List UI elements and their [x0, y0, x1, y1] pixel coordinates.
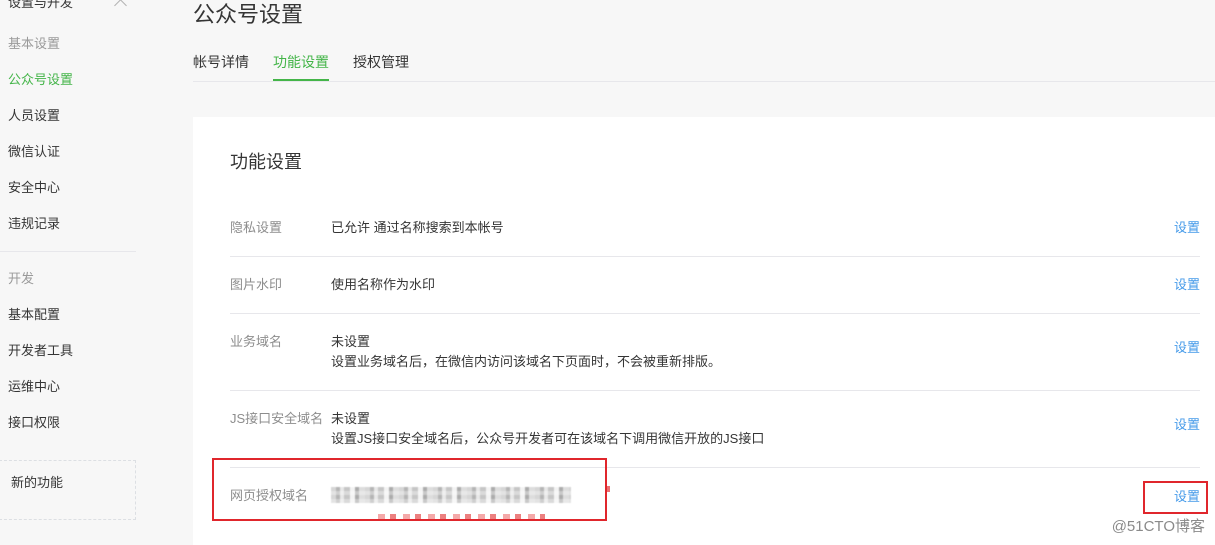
row-label: 图片水印	[230, 277, 283, 292]
sidebar-divider	[0, 251, 136, 252]
row-label: JS接口安全域名	[230, 411, 324, 426]
row-js-api-domain: JS接口安全域名 未设置 设置JS接口安全域名后，公众号开发者可在该域名下调用微…	[230, 391, 1200, 468]
row-business-domain: 业务域名 未设置 设置业务域名后，在微信内访问该域名下页面时，不会被重新排版。 …	[230, 314, 1200, 391]
sidebar-item-api-permissions[interactable]: 接口权限	[0, 405, 136, 441]
image-watermark-settings-link[interactable]: 设置	[1174, 275, 1200, 295]
sidebar-new-features-label: 新的功能	[11, 475, 64, 490]
js-api-domain-settings-link[interactable]: 设置	[1174, 415, 1200, 435]
tab-feature-settings[interactable]: 功能设置	[273, 44, 329, 81]
row-description: 设置业务域名后，在微信内访问该域名下页面时，不会被重新排版。	[331, 354, 722, 369]
sidebar: 设置与开发 基本设置 公众号设置 人员设置 微信认证 安全中心 违规记录 开发 …	[0, 0, 136, 545]
tab-bar: 帐号详情 功能设置 授权管理	[193, 44, 1215, 82]
sidebar-item-member-settings[interactable]: 人员设置	[0, 98, 136, 134]
row-description: 设置JS接口安全域名后，公众号开发者可在该域名下调用微信开放的JS接口	[331, 431, 765, 446]
sidebar-group-header[interactable]: 设置与开发	[0, 0, 136, 13]
redacted-value-mosaic-dot	[605, 486, 610, 492]
privacy-settings-link[interactable]: 设置	[1174, 218, 1200, 238]
sidebar-item-account-settings[interactable]: 公众号设置	[0, 62, 136, 98]
sidebar-new-features[interactable]: 新的功能	[0, 460, 136, 520]
row-label: 业务域名	[230, 334, 283, 349]
row-oauth-domain: 网页授权域名 设置	[230, 468, 1200, 525]
row-value: 已允许 通过名称搜索到本帐号	[331, 220, 504, 235]
tab-account-details[interactable]: 帐号详情	[193, 44, 249, 81]
sidebar-item-developer-tools[interactable]: 开发者工具	[0, 333, 136, 369]
sidebar-group-title: 设置与开发	[8, 0, 74, 10]
oauth-domain-settings-link[interactable]: 设置	[1174, 487, 1200, 507]
sidebar-section-development: 开发	[8, 271, 35, 286]
redacted-value-mosaic	[331, 487, 571, 503]
sidebar-item-security-center[interactable]: 安全中心	[0, 170, 136, 206]
sidebar-item-ops-center[interactable]: 运维中心	[0, 369, 136, 405]
row-value: 使用名称作为水印	[331, 277, 436, 292]
row-label: 隐私设置	[230, 220, 283, 235]
sidebar-section-basic-settings: 基本设置	[8, 36, 61, 51]
business-domain-settings-link[interactable]: 设置	[1174, 338, 1200, 358]
sidebar-item-basic-config[interactable]: 基本配置	[0, 297, 136, 333]
row-value: 未设置	[331, 411, 371, 426]
redacted-value-mosaic-residue	[378, 514, 545, 521]
page-title: 公众号设置	[193, 2, 304, 27]
watermark: @51CTO博客	[1111, 518, 1205, 535]
row-value: 未设置	[331, 334, 371, 349]
chevron-up-icon[interactable]	[114, 0, 127, 12]
tab-authorization-management[interactable]: 授权管理	[353, 44, 409, 81]
feature-settings-card: 功能设置 隐私设置 已允许 通过名称搜索到本帐号 设置 图片水印 使用名称作为水…	[193, 117, 1215, 545]
row-image-watermark: 图片水印 使用名称作为水印 设置	[230, 257, 1200, 314]
sidebar-item-wechat-verification[interactable]: 微信认证	[0, 134, 136, 170]
card-title: 功能设置	[230, 152, 302, 172]
row-label: 网页授权域名	[230, 488, 309, 503]
sidebar-item-violation-records[interactable]: 违规记录	[0, 206, 136, 242]
row-privacy-settings: 隐私设置 已允许 通过名称搜索到本帐号 设置	[230, 200, 1200, 257]
